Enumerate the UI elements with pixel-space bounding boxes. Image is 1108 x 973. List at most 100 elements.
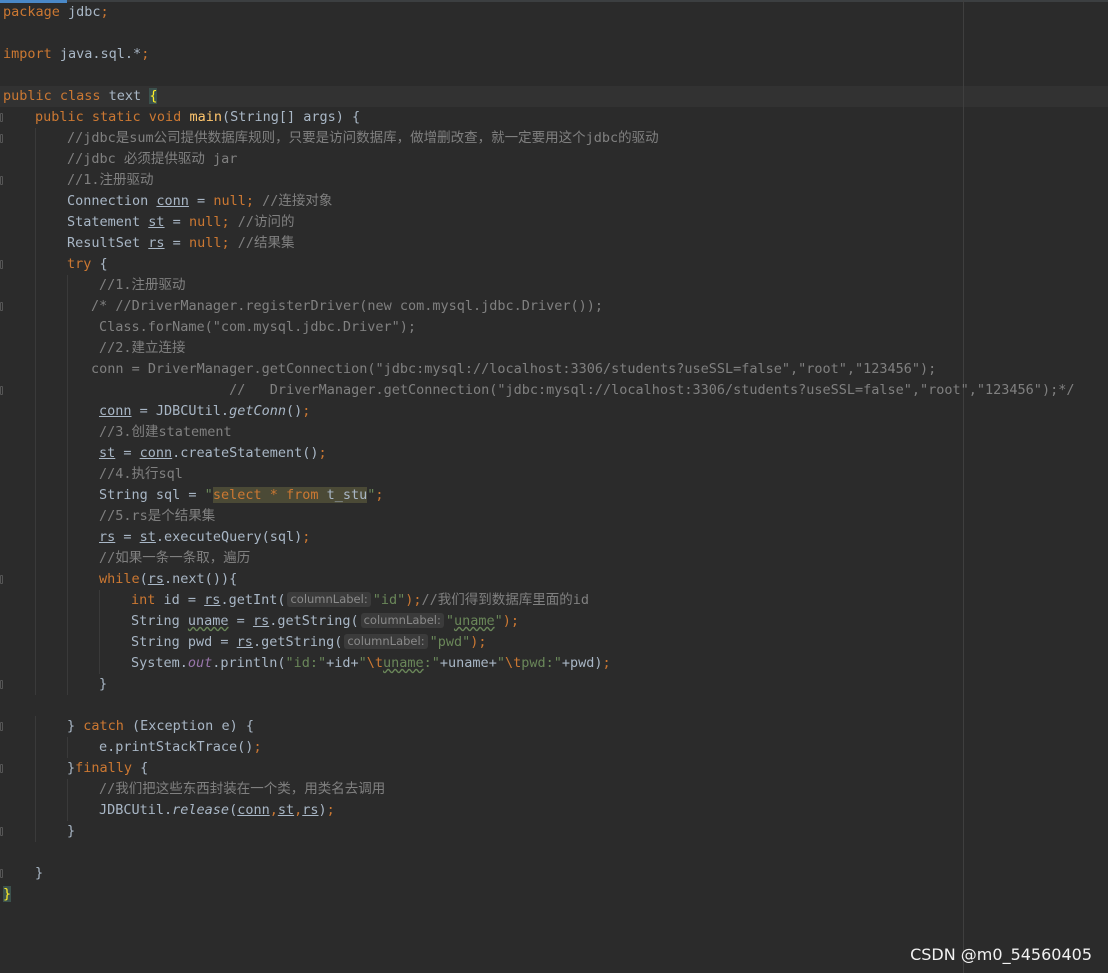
indent-guide: [67, 527, 68, 548]
code-line[interactable]: //如果一条一条取，遍历: [0, 548, 1108, 569]
indent-guide: [35, 485, 36, 506]
code-line[interactable]: int id = rs.getInt(columnLabel: "id");//我…: [0, 590, 1108, 611]
fold-marker-icon[interactable]: [0, 680, 3, 689]
code-line[interactable]: System.out.println("id:"+id+"\tuname:"+u…: [0, 653, 1108, 674]
code-token: //访问的: [229, 214, 295, 230]
code-token: ": [445, 613, 454, 629]
code-line[interactable]: JDBCUtil.release(conn,st,rs);: [0, 800, 1108, 821]
indent-guide: [35, 800, 36, 821]
code-line[interactable]: [0, 695, 1108, 716]
code-line[interactable]: try {: [0, 254, 1108, 275]
code-line[interactable]: public class text {: [0, 86, 1108, 107]
indent-guide: [35, 317, 36, 338]
code-line[interactable]: Connection conn = null; //连接对象: [0, 191, 1108, 212]
code-line[interactable]: }finally {: [0, 758, 1108, 779]
code-line[interactable]: ResultSet rs = null; //结果集: [0, 233, 1108, 254]
fold-marker-icon[interactable]: [0, 260, 3, 269]
code-line[interactable]: }: [0, 674, 1108, 695]
code-token: public static void: [35, 109, 182, 125]
code-token: getConn: [229, 403, 286, 419]
fold-marker-icon[interactable]: [0, 827, 3, 836]
code-line[interactable]: st = conn.createStatement();: [0, 443, 1108, 464]
code-editor[interactable]: package jdbc; import java.sql.*; public cl…: [0, 0, 1108, 973]
code-token: out: [187, 655, 213, 671]
code-line[interactable]: }: [0, 884, 1108, 905]
code-line[interactable]: String sql = "select * from t_stu";: [0, 485, 1108, 506]
indent-guide: [35, 170, 36, 191]
code-token: String: [131, 613, 188, 629]
code-line[interactable]: //5.rs是个结果集: [0, 506, 1108, 527]
code-token: \t: [504, 655, 522, 671]
indent-guide: [35, 443, 36, 464]
code-line[interactable]: conn = DriverManager.getConnection("jdbc…: [0, 359, 1108, 380]
fold-marker-icon[interactable]: [0, 134, 3, 143]
code-token: //结果集: [229, 235, 295, 251]
code-line[interactable]: while(rs.next()){: [0, 569, 1108, 590]
code-line[interactable]: package jdbc;: [0, 2, 1108, 23]
code-line[interactable]: //3.创建statement: [0, 422, 1108, 443]
code-token: release: [172, 802, 230, 818]
code-token: java.sql.*: [51, 46, 142, 62]
code-line[interactable]: //4.执行sql: [0, 464, 1108, 485]
code-line[interactable]: import java.sql.*;: [0, 44, 1108, 65]
code-token: st: [148, 214, 165, 230]
code-token: ;: [141, 46, 150, 62]
code-token: String pwd =: [131, 634, 237, 650]
code-line[interactable]: Class.forName("com.mysql.jdbc.Driver");: [0, 317, 1108, 338]
code-line[interactable]: //jdbc 必须提供驱动 jar: [0, 149, 1108, 170]
code-line[interactable]: [0, 23, 1108, 44]
fold-marker-icon[interactable]: [0, 176, 3, 185]
fold-marker-icon[interactable]: [0, 764, 3, 773]
code-token: while: [99, 571, 140, 587]
code-line[interactable]: [0, 65, 1108, 86]
parameter-hint: columnLabel:: [287, 592, 371, 607]
code-line[interactable]: String uname = rs.getString(columnLabel:…: [0, 611, 1108, 632]
fold-marker-icon[interactable]: [0, 302, 3, 311]
code-token: = JDBCUtil.: [131, 403, 230, 419]
code-line[interactable]: Statement st = null; //访问的: [0, 212, 1108, 233]
code-line[interactable]: public static void main(String[] args) {: [0, 107, 1108, 128]
code-text: rs = st.executeQuery(sql);: [99, 527, 310, 548]
code-line[interactable]: /* //DriverManager.registerDriver(new co…: [0, 296, 1108, 317]
code-line[interactable]: }: [0, 863, 1108, 884]
code-line[interactable]: }: [0, 821, 1108, 842]
code-text: //1.注册驱动: [67, 170, 154, 191]
indent-guide: [67, 464, 68, 485]
code-token: try: [67, 256, 92, 272]
code-text: /* //DriverManager.registerDriver(new co…: [91, 296, 603, 317]
code-line[interactable]: } catch (Exception e) {: [0, 716, 1108, 737]
code-token: uname: [187, 613, 229, 629]
code-text: try {: [67, 254, 108, 275]
fold-marker-icon[interactable]: [0, 113, 3, 122]
code-line[interactable]: e.printStackTrace();: [0, 737, 1108, 758]
code-token: .getString(: [269, 613, 359, 629]
code-token: catch: [83, 718, 124, 734]
indent-guide: [67, 590, 68, 611]
code-line[interactable]: //1.注册驱动: [0, 170, 1108, 191]
code-line[interactable]: // DriverManager.getConnection("jdbc:mys…: [0, 380, 1108, 401]
code-token: //我们得到数据库里面的id: [421, 592, 589, 608]
code-token: //如果一条一条取，遍历: [99, 550, 251, 566]
watermark: CSDN @m0_54560405: [910, 945, 1092, 964]
fold-marker-icon[interactable]: [0, 869, 3, 878]
code-token: //jdbc是sum公司提供数据库规则，只要是访问数据库，做增删改查，就一定要用…: [67, 130, 659, 146]
code-line[interactable]: conn = JDBCUtil.getConn();: [0, 401, 1108, 422]
code-line[interactable]: //我们把这些东西封装在一个类，用类名去调用: [0, 779, 1108, 800]
code-text: String uname = rs.getString(columnLabel:…: [131, 611, 519, 632]
code-token: st: [139, 529, 156, 545]
code-line[interactable]: //1.注册驱动: [0, 275, 1108, 296]
code-line[interactable]: //jdbc是sum公司提供数据库规则，只要是访问数据库，做增删改查，就一定要用…: [0, 128, 1108, 149]
code-token: //jdbc 必须提供驱动 jar: [67, 151, 238, 167]
code-token: conn: [237, 802, 270, 818]
code-line[interactable]: String pwd = rs.getString(columnLabel: "p…: [0, 632, 1108, 653]
indent-guide: [35, 674, 36, 695]
fold-marker-icon[interactable]: [0, 722, 3, 731]
code-token: (String[] args) {: [221, 109, 361, 125]
fold-marker-icon[interactable]: [0, 386, 3, 395]
fold-marker-icon[interactable]: [0, 575, 3, 584]
code-line[interactable]: rs = st.executeQuery(sql);: [0, 527, 1108, 548]
code-line[interactable]: //2.建立连接: [0, 338, 1108, 359]
code-area[interactable]: package jdbc; import java.sql.*; public cl…: [0, 2, 1108, 905]
code-line[interactable]: [0, 842, 1108, 863]
code-token: ": [358, 655, 367, 671]
